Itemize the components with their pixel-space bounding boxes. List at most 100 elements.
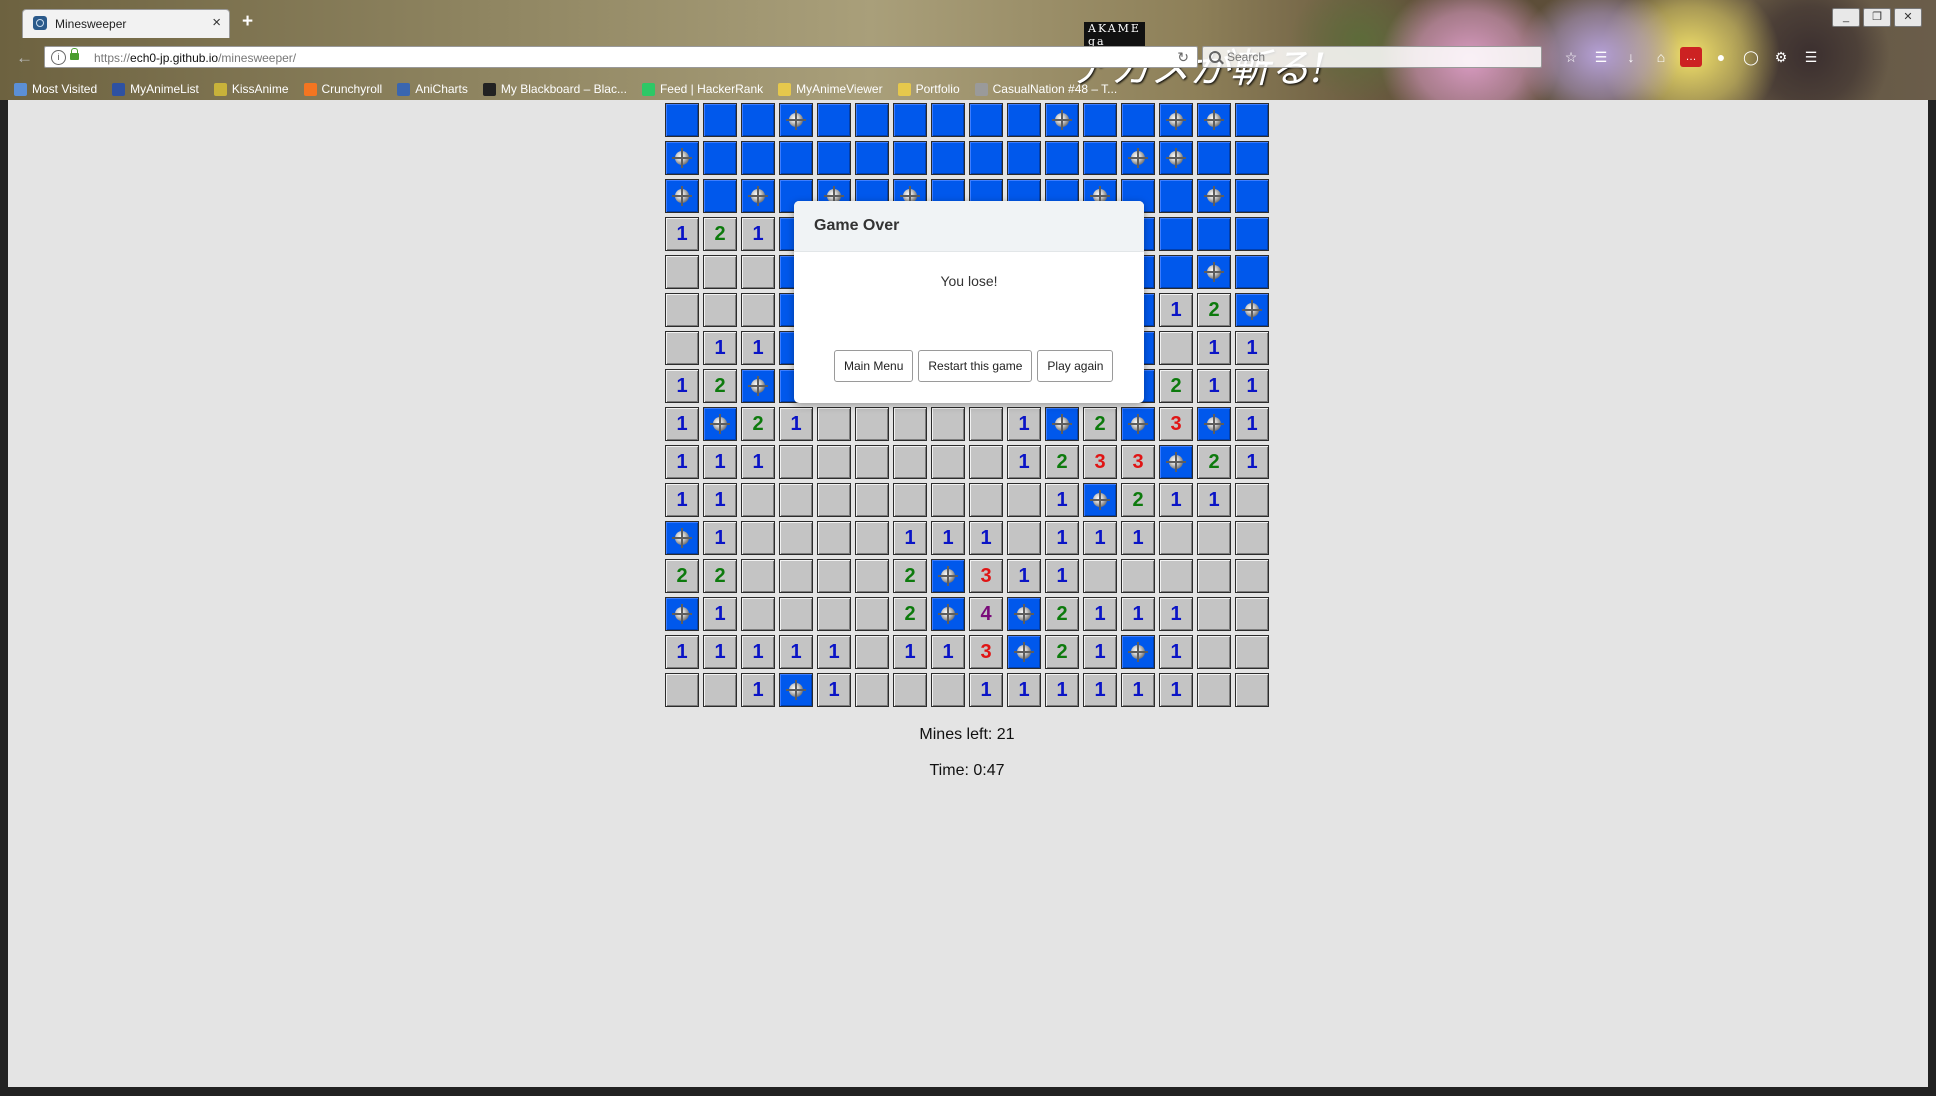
cell-number[interactable]: 1 [665,369,699,403]
cell-empty[interactable] [855,445,889,479]
cell-hidden[interactable] [1007,141,1041,175]
cell-empty[interactable] [1235,521,1269,555]
cell-hidden[interactable] [969,141,1003,175]
cell-empty[interactable] [893,483,927,517]
cell-hidden[interactable] [969,103,1003,137]
cell-mine[interactable] [1007,635,1041,669]
cell-hidden[interactable] [665,103,699,137]
cell-mine[interactable] [1197,407,1231,441]
cell-number[interactable]: 1 [741,445,775,479]
cell-empty[interactable] [741,483,775,517]
cell-mine[interactable] [703,407,737,441]
download-icon[interactable]: ↓ [1620,47,1642,67]
cell-mine[interactable] [1045,407,1079,441]
cell-empty[interactable] [1159,559,1193,593]
menu-icon[interactable]: ☰ [1800,47,1822,67]
search-input[interactable] [1225,49,1529,65]
cell-mine[interactable] [1159,141,1193,175]
cell-empty[interactable] [893,445,927,479]
cell-empty[interactable] [893,407,927,441]
cell-number[interactable]: 2 [1159,369,1193,403]
cell-empty[interactable] [1197,521,1231,555]
bookmark-item[interactable]: AniCharts [397,80,468,98]
bookmark-item[interactable]: Most Visited [14,80,97,98]
cell-number[interactable]: 1 [1197,331,1231,365]
cell-empty[interactable] [741,255,775,289]
cell-number[interactable]: 1 [1083,673,1117,707]
cell-mine[interactable] [931,559,965,593]
minimize-button[interactable]: _ [1832,8,1860,27]
cell-number[interactable]: 1 [665,483,699,517]
cell-empty[interactable] [741,293,775,327]
cell-number[interactable]: 1 [741,673,775,707]
cell-number[interactable]: 2 [1045,597,1079,631]
cell-hidden[interactable] [1235,179,1269,213]
cell-mine[interactable] [1197,103,1231,137]
cell-hidden[interactable] [703,103,737,137]
bookmark-item[interactable]: Crunchyroll [303,80,382,98]
cell-empty[interactable] [855,483,889,517]
cell-hidden[interactable] [931,103,965,137]
cell-mine[interactable] [931,597,965,631]
cell-empty[interactable] [855,407,889,441]
cell-number[interactable]: 2 [893,559,927,593]
bookmark-item[interactable]: My Blackboard – Blac... [482,80,627,98]
cell-number[interactable]: 1 [1197,369,1231,403]
cell-number[interactable]: 1 [931,635,965,669]
info-icon[interactable]: i [51,50,66,65]
cell-empty[interactable] [779,559,813,593]
url-text[interactable]: https://ech0-jp.github.io/minesweeper/ [94,51,296,65]
cell-hidden[interactable] [817,103,851,137]
cell-hidden[interactable] [1045,141,1079,175]
cell-number[interactable]: 1 [1045,483,1079,517]
cell-empty[interactable] [741,521,775,555]
cell-empty[interactable] [931,483,965,517]
cell-number[interactable]: 1 [1235,331,1269,365]
shield-icon[interactable]: ◯ [1740,47,1762,67]
tab-close-icon[interactable]: × [212,14,221,31]
cell-number[interactable]: 2 [1197,445,1231,479]
address-bar[interactable]: i https://ech0-jp.github.io/minesweeper/… [44,46,1198,68]
cell-hidden[interactable] [893,103,927,137]
cell-empty[interactable] [969,407,1003,441]
cell-empty[interactable] [817,445,851,479]
cell-empty[interactable] [1235,673,1269,707]
cell-empty[interactable] [665,255,699,289]
cell-hidden[interactable] [1235,217,1269,251]
cell-number[interactable]: 1 [1007,559,1041,593]
bookmark-item[interactable]: Feed | HackerRank [641,80,763,98]
lock-icon[interactable]: ● [1710,47,1732,67]
cell-number[interactable]: 1 [1121,597,1155,631]
cell-number[interactable]: 1 [1235,445,1269,479]
cell-number[interactable]: 3 [1121,445,1155,479]
cell-empty[interactable] [817,559,851,593]
reload-icon[interactable]: ↻ [1177,49,1189,66]
cell-number[interactable]: 1 [817,673,851,707]
cell-number[interactable]: 1 [1007,445,1041,479]
cell-empty[interactable] [1235,483,1269,517]
cell-mine[interactable] [665,179,699,213]
cell-mine[interactable] [741,369,775,403]
cell-number[interactable]: 1 [703,597,737,631]
cell-number[interactable]: 2 [741,407,775,441]
cell-mine[interactable] [1121,635,1155,669]
cell-number[interactable]: 1 [703,635,737,669]
cell-number[interactable]: 1 [1159,293,1193,327]
bookmark-item[interactable]: CasualNation #48 – T... [974,80,1117,98]
cell-empty[interactable] [931,445,965,479]
cell-empty[interactable] [969,445,1003,479]
cell-number[interactable]: 3 [1083,445,1117,479]
play-again-button[interactable]: Play again [1037,350,1114,382]
cell-hidden[interactable] [1197,141,1231,175]
cell-empty[interactable] [969,483,1003,517]
cell-hidden[interactable] [893,141,927,175]
cell-hidden[interactable] [931,141,965,175]
cell-number[interactable]: 1 [969,521,1003,555]
cell-number[interactable]: 2 [1045,635,1079,669]
back-arrow-icon[interactable]: ← [16,47,38,69]
cell-mine[interactable] [665,597,699,631]
cell-number[interactable]: 1 [741,217,775,251]
cell-empty[interactable] [1083,559,1117,593]
cell-hidden[interactable] [703,141,737,175]
lock-icon[interactable] [70,48,79,60]
